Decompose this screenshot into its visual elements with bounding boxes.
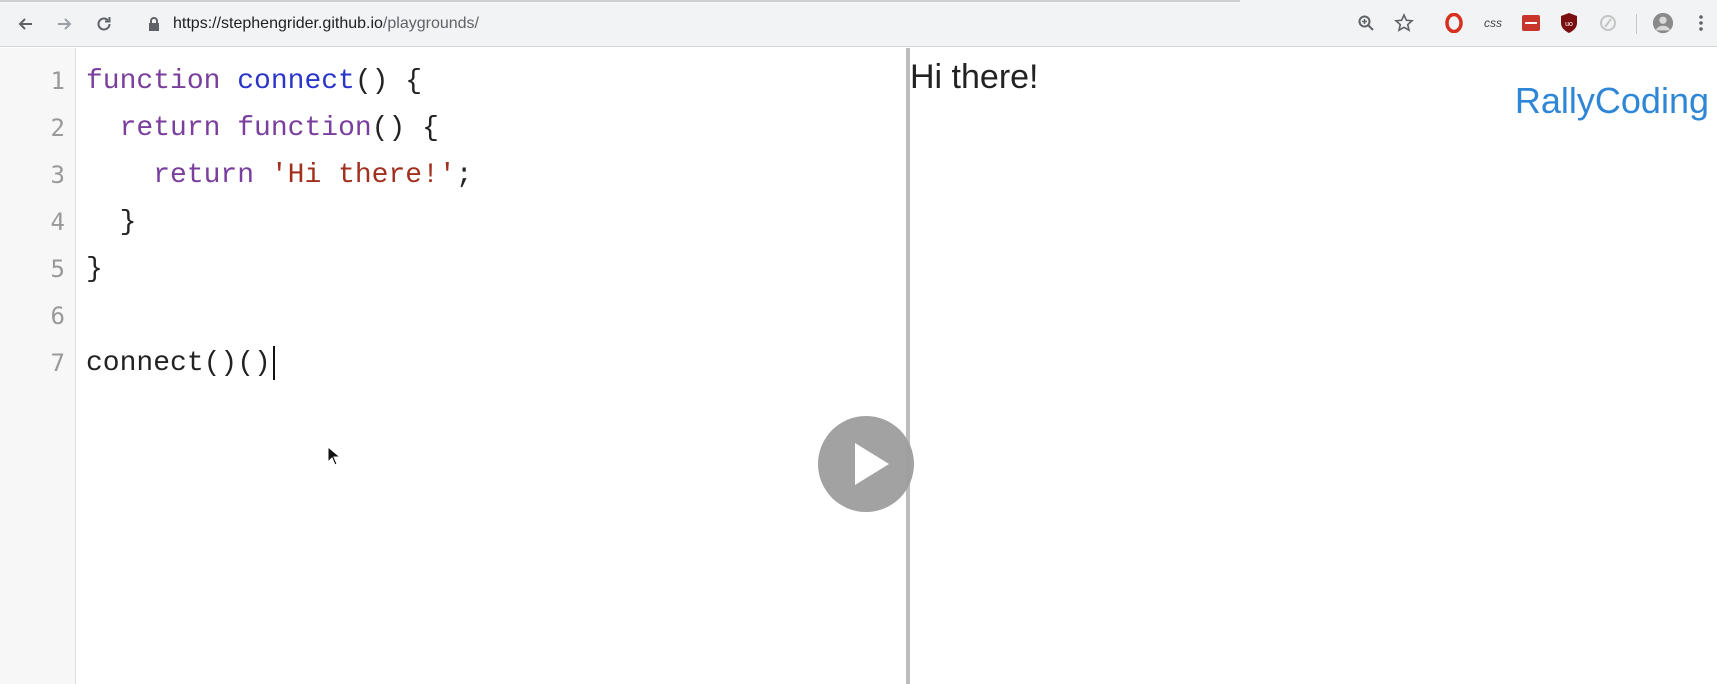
lock-icon	[147, 16, 161, 32]
code-token: function	[86, 66, 221, 97]
brand-logo[interactable]: RallyCoding	[1515, 80, 1709, 122]
code-line[interactable]: return 'Hi there!';	[86, 152, 473, 199]
code-token: () {	[371, 113, 439, 144]
svg-text:uo: uo	[1565, 21, 1573, 28]
css-icon[interactable]: css	[1482, 12, 1504, 34]
back-icon[interactable]	[12, 10, 40, 38]
play-button[interactable]	[818, 416, 914, 512]
play-icon	[855, 443, 889, 485]
output-panel: Hi there! RallyCoding	[910, 48, 1717, 684]
code-token: return	[153, 160, 255, 191]
url-host: https://stephengrider.github.io	[173, 15, 383, 32]
line-number: 2	[50, 114, 65, 142]
line-number: 7	[50, 349, 65, 377]
code-editor[interactable]: 1234567 function connect() { return func…	[0, 48, 910, 684]
code-token: connect	[237, 66, 355, 97]
code-line[interactable]: }	[86, 246, 103, 293]
code-token: 'Hi there!'	[270, 160, 456, 191]
forward-icon[interactable]	[50, 10, 78, 38]
output-result: Hi there!	[910, 58, 1039, 96]
line-number: 1	[50, 67, 65, 95]
zoom-icon[interactable]	[1355, 12, 1377, 34]
line-number-gutter: 1 2 3 4 5 6 7	[0, 48, 76, 684]
url-path: /playgrounds/	[382, 15, 479, 32]
code-line[interactable]: }	[86, 199, 137, 246]
text-caret	[272, 345, 275, 380]
line-number: 5	[50, 255, 65, 283]
menu-icon[interactable]	[1690, 12, 1712, 34]
line-number: 3	[50, 161, 65, 189]
code-token: function	[237, 113, 372, 144]
reload-icon[interactable]	[90, 10, 118, 38]
mouse-pointer-icon	[327, 445, 342, 471]
browser-toolbar: https://stephengrider.github.io/playgrou…	[0, 0, 1717, 47]
code-line[interactable]: connect()()	[86, 340, 275, 387]
code-token: }	[86, 254, 103, 285]
code-line[interactable]: return function() {	[86, 105, 439, 152]
line-number: 6	[50, 302, 65, 330]
code-token: return	[119, 113, 221, 144]
code-token: ;	[455, 160, 473, 191]
address-bar[interactable]: https://stephengrider.github.io/playgrou…	[135, 8, 1425, 40]
code-token: () {	[354, 66, 423, 97]
code-line[interactable]: function connect() {	[86, 58, 422, 105]
line-number: 4	[50, 208, 65, 236]
star-icon[interactable]	[1393, 12, 1415, 34]
extension-red-icon[interactable]	[1520, 12, 1542, 34]
extension-gray-icon[interactable]	[1597, 12, 1619, 34]
ublock-icon[interactable]: uo	[1558, 12, 1580, 34]
code-token: connect()()	[86, 348, 271, 379]
opera-icon[interactable]	[1443, 12, 1465, 34]
code-token: }	[86, 207, 137, 238]
url-text[interactable]: https://stephengrider.github.io/playgrou…	[173, 15, 479, 33]
toolbar-divider	[1636, 14, 1637, 34]
profile-avatar-icon[interactable]	[1652, 12, 1674, 34]
